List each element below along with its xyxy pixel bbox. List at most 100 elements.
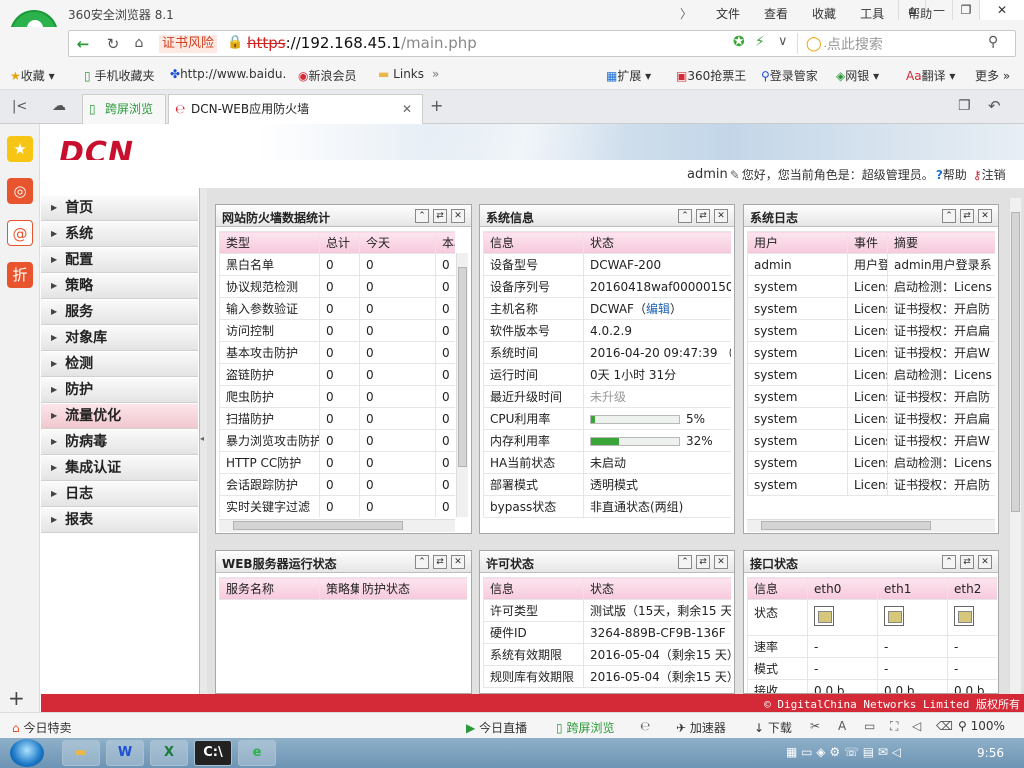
security-shield-icon[interactable]: ✪ <box>733 34 745 50</box>
clear-icon[interactable]: ⌫ <box>936 719 953 733</box>
col-status[interactable]: 状态 <box>583 577 731 600</box>
home-icon[interactable]: ⌂ <box>129 35 149 53</box>
search-input[interactable]: ◯ . 点此搜索 <box>806 34 1012 54</box>
maximize-button[interactable]: ❐ <box>952 0 979 20</box>
fullscreen-icon[interactable]: ⛶ <box>890 719 898 734</box>
restore-tabs-icon[interactable]: ❐ <box>958 98 971 114</box>
nav-item[interactable]: ▶ 流量优化 <box>41 404 198 429</box>
menu-chevron-icon[interactable]: 〉 <box>680 5 692 22</box>
scroll-thumb[interactable] <box>233 521 403 530</box>
favorites-star-icon[interactable]: ★ <box>7 136 33 162</box>
minimize-button[interactable]: — <box>925 0 952 20</box>
collapse-panel-icon[interactable]: ⌃ <box>942 555 956 569</box>
start-button[interactable] <box>10 739 44 767</box>
collapse-panel-icon[interactable]: ⌃ <box>942 209 956 223</box>
close-panel-icon[interactable]: ✕ <box>978 209 992 223</box>
screenshot-icon[interactable]: ✂ <box>810 719 820 733</box>
scroll-thumb[interactable] <box>761 521 931 530</box>
browser-360-taskbar-icon[interactable]: e <box>238 740 276 766</box>
ext-login-manager[interactable]: ⚲登录管家 <box>761 67 818 84</box>
word-taskbar-icon[interactable]: W <box>106 740 144 766</box>
explorer-taskbar-icon[interactable]: ▬ <box>62 740 100 766</box>
clock[interactable]: 9:56 <box>977 746 1004 760</box>
logout-key-icon[interactable]: ⚷ <box>973 168 982 182</box>
nav-item[interactable]: ▶ 对象库 <box>41 326 198 351</box>
ext-extensions[interactable]: ▦扩展 ▾ <box>606 67 651 84</box>
bookmark-favorites[interactable]: ★收藏 ▾ <box>10 67 55 84</box>
nav-item[interactable]: ▶ 服务 <box>41 300 198 325</box>
col-hour[interactable]: 本小 <box>435 231 455 254</box>
speed-mode-icon[interactable]: ⚡ <box>755 34 765 50</box>
ext-more[interactable]: 更多 » <box>975 67 1010 84</box>
col-event[interactable]: 事件 <box>847 231 888 254</box>
ie-mode-icon[interactable]: ℮ <box>640 719 650 733</box>
nav-item[interactable]: ▶ 防护 <box>41 378 198 403</box>
bookmark-mobile[interactable]: ▯ 手机收藏夹 <box>84 67 154 84</box>
scroll-thumb[interactable] <box>1011 212 1020 512</box>
back-arrow-icon[interactable]: ← <box>73 35 93 53</box>
search-engine-icon[interactable]: ◯ <box>806 36 822 52</box>
col-policy-set[interactable]: 策略集 <box>319 577 360 600</box>
close-panel-icon[interactable]: ✕ <box>451 555 465 569</box>
new-tab-icon[interactable]: + <box>430 96 443 115</box>
add-sidebar-icon[interactable]: + <box>8 686 25 710</box>
logout-link[interactable]: 注销 <box>982 166 1006 183</box>
bookmark-baidu[interactable]: ✤http://www.baidu. <box>170 67 286 81</box>
help-icon[interactable]: ? <box>936 168 943 182</box>
col-today[interactable]: 今天 <box>359 231 436 254</box>
close-window-button[interactable]: ✕ <box>979 0 1024 20</box>
nav-item[interactable]: ▶ 策略 <box>41 274 198 299</box>
cloud-icon[interactable]: ☁ <box>52 98 66 114</box>
bookmark-sina[interactable]: ◉新浪会员 <box>298 67 357 84</box>
col-service-name[interactable]: 服务名称 <box>219 577 320 600</box>
close-panel-icon[interactable]: ✕ <box>714 209 728 223</box>
nav-item[interactable]: ▶ 日志 <box>41 482 198 507</box>
menu-favorites[interactable]: 收藏 <box>812 5 836 22</box>
dropdown-chevron-icon[interactable]: ∨ <box>778 34 788 49</box>
help-link[interactable]: 帮助 <box>943 166 967 183</box>
nav-item[interactable]: ▶ 集成认证 <box>41 456 198 481</box>
menu-tools[interactable]: 工具 <box>860 5 884 22</box>
insecure-lock-icon[interactable]: 🔒 <box>227 35 243 50</box>
address-bar[interactable]: ← ↻ ⌂ 证书风险 🔒 https ://192.168.45.1 /main… <box>68 30 1016 57</box>
tab-cross-screen[interactable]: ▯ 跨屏浏览 <box>82 94 166 124</box>
collapse-arrow-icon[interactable]: ◂ <box>200 434 204 443</box>
collapse-panel-icon[interactable]: ⌃ <box>678 209 692 223</box>
col-info[interactable]: 信息 <box>747 577 808 600</box>
fw-vscrollbar[interactable] <box>456 253 468 517</box>
fw-hscrollbar[interactable] <box>219 519 455 532</box>
mute-icon[interactable]: ◁ <box>912 719 921 733</box>
col-eth1[interactable]: eth1 <box>877 577 948 600</box>
refresh-icon[interactable]: ↻ <box>103 35 123 53</box>
content-vscrollbar[interactable] <box>1009 198 1021 694</box>
nav-splitter[interactable]: ◂ <box>199 188 207 694</box>
col-eth0[interactable]: eth0 <box>807 577 878 600</box>
ext-bank[interactable]: ◈网银 ▾ <box>836 67 879 84</box>
edit-hostname-link[interactable]: 编辑 <box>646 302 670 316</box>
refresh-panel-icon[interactable]: ⇄ <box>696 555 710 569</box>
close-panel-icon[interactable]: ✕ <box>714 555 728 569</box>
col-eth2[interactable]: eth2 <box>947 577 997 600</box>
sidebar-toggle-icon[interactable]: |< <box>12 99 27 114</box>
more-bookmarks-chevron-icon[interactable]: » <box>432 67 439 81</box>
menu-view[interactable]: 查看 <box>764 5 788 22</box>
cross-screen[interactable]: ▯ 跨屏浏览 <box>556 719 614 736</box>
today-live[interactable]: ▶ 今日直播 <box>466 719 527 736</box>
mail-icon[interactable]: @ <box>7 220 33 246</box>
window-icon[interactable]: ▭ <box>864 719 875 733</box>
edit-user-icon[interactable]: ✎ <box>730 168 740 182</box>
cmd-taskbar-icon[interactable]: C:\ <box>194 740 232 766</box>
bookmark-links[interactable]: ▬ Links <box>378 67 424 81</box>
ext-ticket[interactable]: ▣360抢票王 <box>676 67 746 84</box>
col-type[interactable]: 类型 <box>219 231 320 254</box>
menu-file[interactable]: 文件 <box>716 5 740 22</box>
downloads[interactable]: ↓ 下载 <box>754 719 792 736</box>
col-protection-status[interactable]: 防护状态 <box>359 577 467 600</box>
nav-item[interactable]: ▶ 配置 <box>41 248 198 273</box>
col-total[interactable]: 总计 <box>319 231 360 254</box>
scroll-thumb[interactable] <box>458 267 467 467</box>
excel-taskbar-icon[interactable]: X <box>150 740 188 766</box>
cert-warning-badge[interactable]: 证书风险 <box>159 35 218 53</box>
url-field[interactable]: https ://192.168.45.1 /main.php <box>247 34 477 52</box>
accelerator[interactable]: ✈ 加速器 <box>676 719 726 736</box>
